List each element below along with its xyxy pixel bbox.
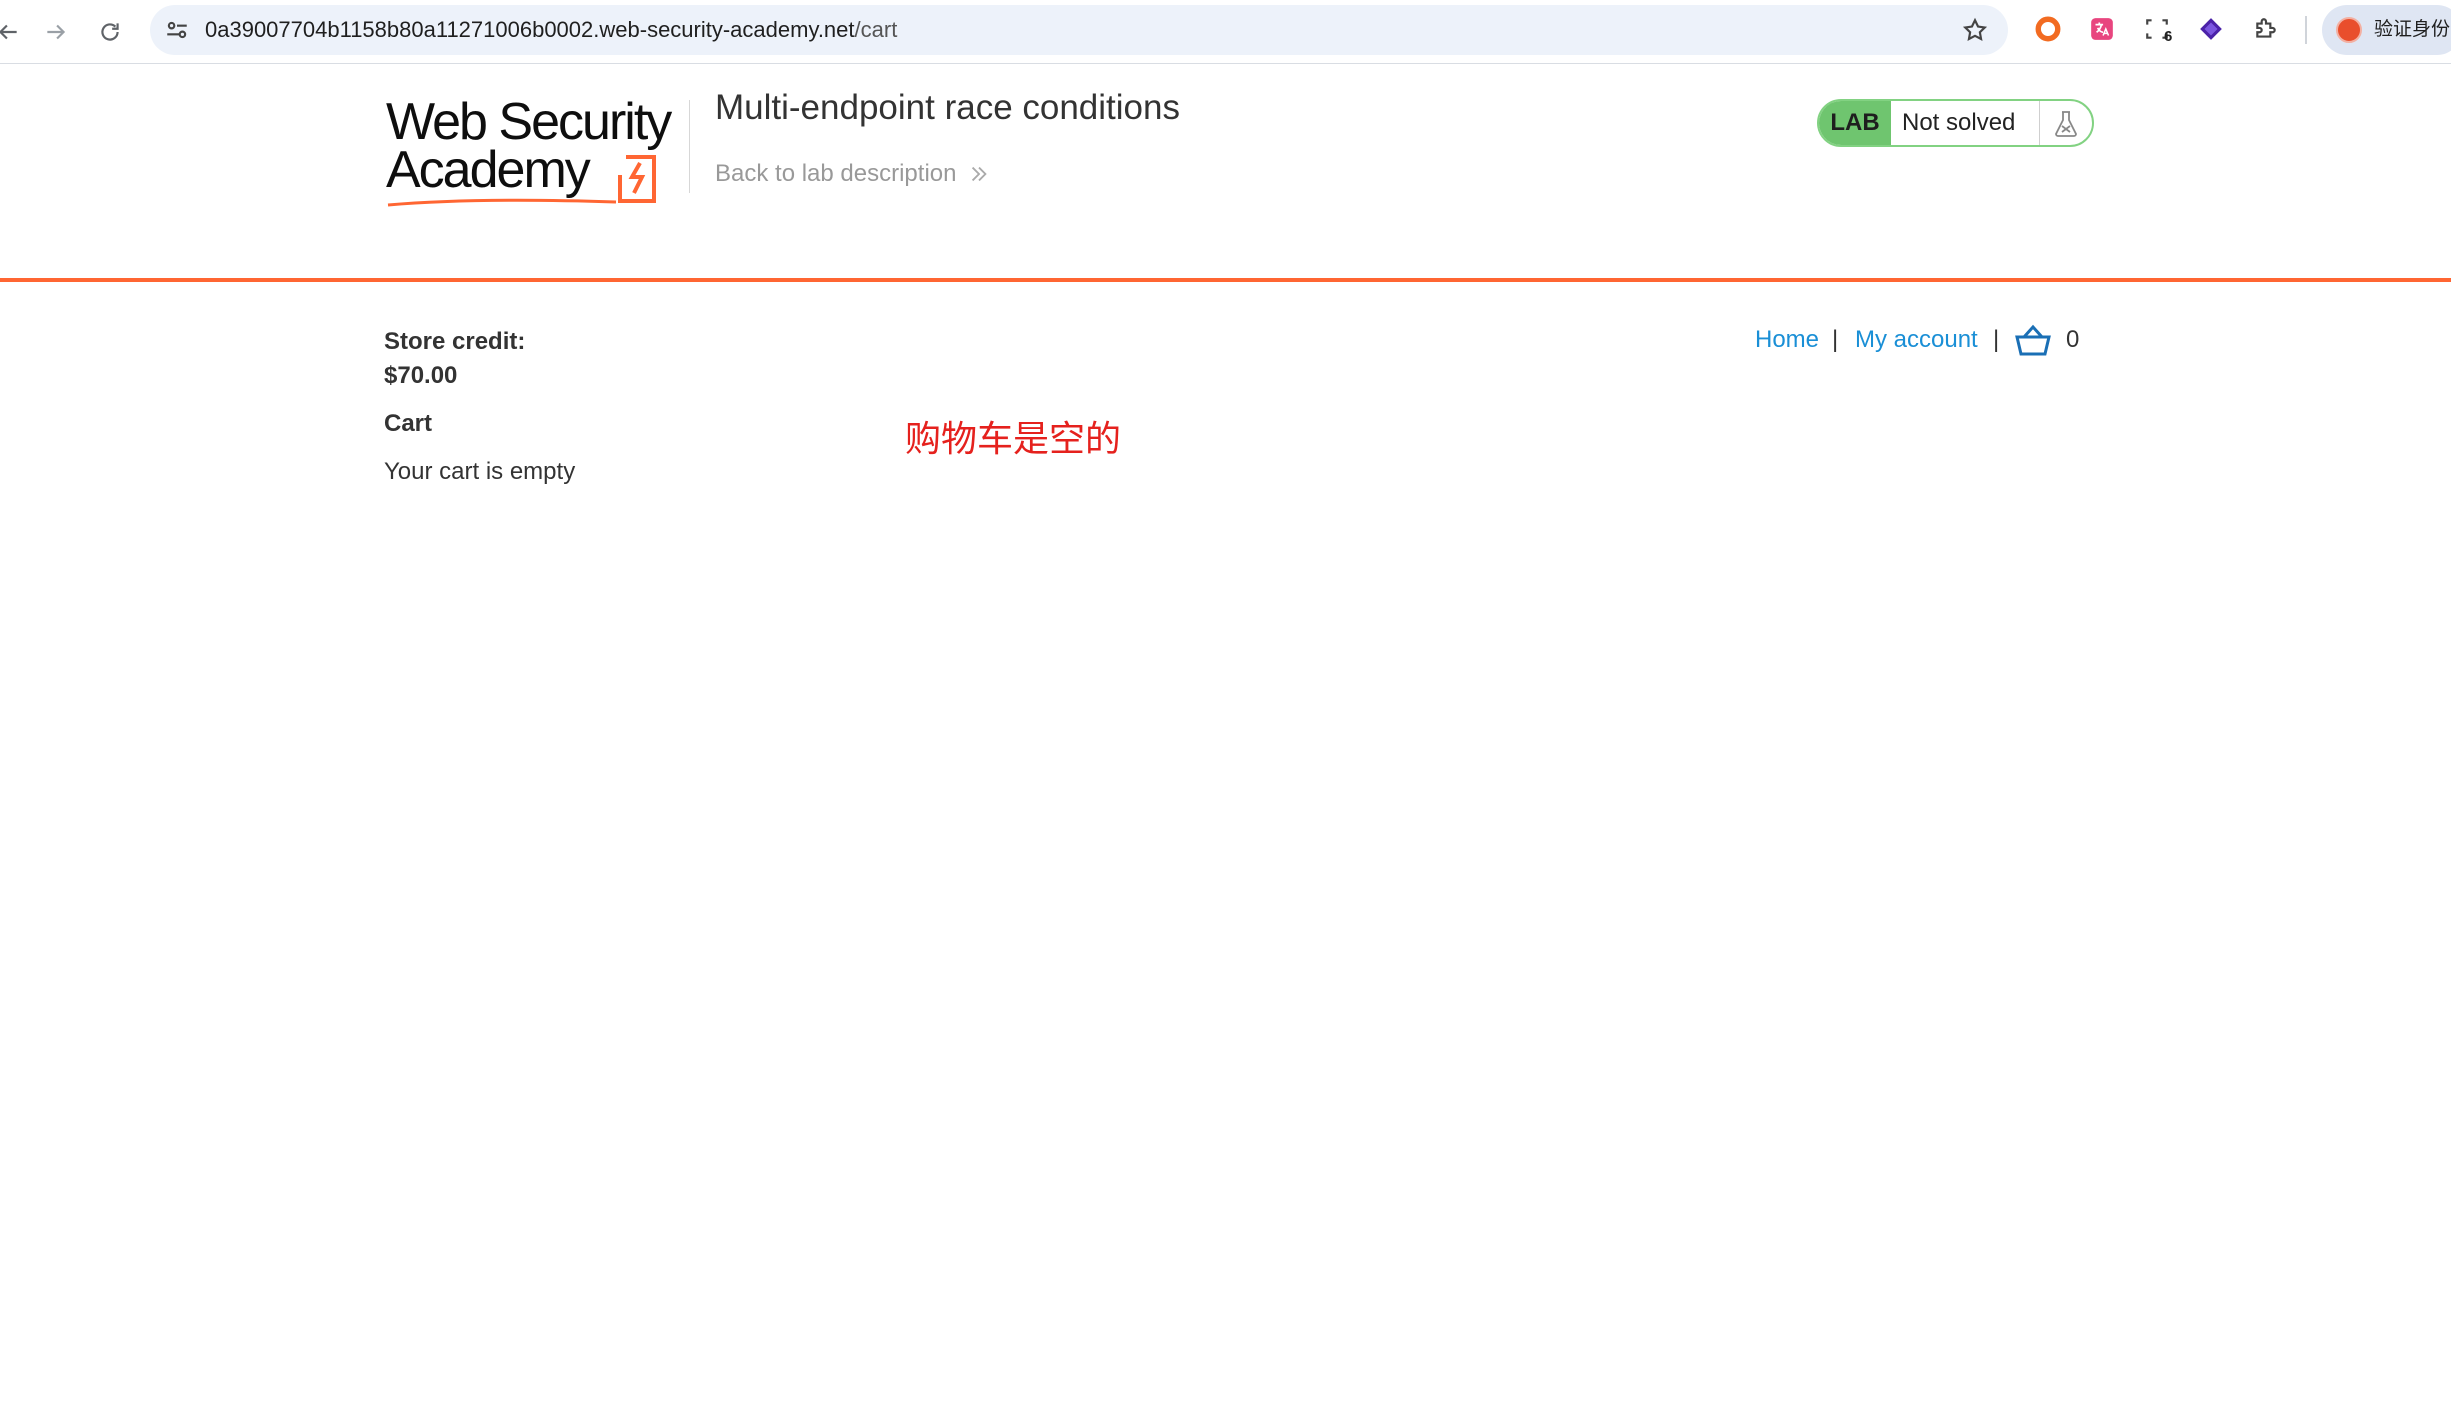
avatar <box>2336 17 2362 43</box>
profile-button[interactable]: 验证身份 <box>2322 5 2451 55</box>
extension-orange-icon[interactable] <box>2033 14 2063 44</box>
reload-button[interactable] <box>90 12 130 52</box>
header-accent-rule <box>0 278 2451 282</box>
purple-extension-icon[interactable] <box>2196 14 2226 44</box>
back-button[interactable] <box>0 12 28 52</box>
lab-tag: LAB <box>1819 101 1891 145</box>
url-path: /cart <box>854 17 898 42</box>
web-security-academy-logo[interactable]: Web Security Academy <box>386 96 686 207</box>
back-to-lab-description-link[interactable]: Back to lab description <box>715 160 990 188</box>
my-account-link[interactable]: My account <box>1855 326 1978 354</box>
logo-line-2: Academy <box>386 141 591 199</box>
extension-badge: 6 <box>2164 28 2173 45</box>
screenshot-extension-icon[interactable]: 6 <box>2142 14 2173 45</box>
extensions-puzzle-icon[interactable] <box>2251 14 2281 44</box>
store-credit-value: $70.00 <box>384 362 458 389</box>
forward-button[interactable] <box>36 12 76 52</box>
profile-label: 验证身份 <box>2374 19 2451 40</box>
translate-extension-icon[interactable] <box>2087 14 2117 44</box>
url-host: 0a39007704b1158b80a11271006b0002.web-sec… <box>205 17 855 42</box>
arrow-left-icon <box>0 24 17 40</box>
nav-separator: | <box>1832 326 1839 353</box>
arrow-right-icon <box>47 24 66 40</box>
logo-underline-swoosh <box>387 198 617 207</box>
annotation-text: 购物车是空的 <box>905 418 1122 459</box>
back-link-label: Back to lab description <box>715 160 957 187</box>
lab-status-widget: LAB Not solved <box>1817 99 2094 147</box>
cart-empty-message: Your cart is empty <box>384 458 576 485</box>
address-bar[interactable]: 0a39007704b1158b80a11271006b0002.web-sec… <box>150 5 2008 55</box>
double-chevron-right-icon <box>972 166 988 182</box>
site-settings-icon[interactable] <box>164 17 190 43</box>
header-divider <box>689 100 690 193</box>
cart-item-count[interactable]: 0 <box>2066 326 2079 354</box>
url-text[interactable]: 0a39007704b1158b80a11271006b0002.web-sec… <box>205 5 897 55</box>
lab-title: Multi-endpoint race conditions <box>715 88 1180 127</box>
store-credit-label: Store credit: <box>384 328 526 355</box>
cart-heading: Cart <box>384 410 433 437</box>
toolbar-divider <box>2305 16 2307 44</box>
flask-icon <box>2055 111 2077 137</box>
lab-status-text: Not solved <box>1902 109 2016 136</box>
reload-icon <box>101 23 119 41</box>
status-divider <box>2039 101 2040 145</box>
home-link[interactable]: Home <box>1755 326 1819 354</box>
browser-toolbar: 0a39007704b1158b80a11271006b0002.web-sec… <box>0 0 2451 64</box>
nav-separator: | <box>1993 326 2000 353</box>
shopping-basket-icon[interactable] <box>2015 324 2051 358</box>
bookmark-star-icon[interactable] <box>1962 17 1988 43</box>
